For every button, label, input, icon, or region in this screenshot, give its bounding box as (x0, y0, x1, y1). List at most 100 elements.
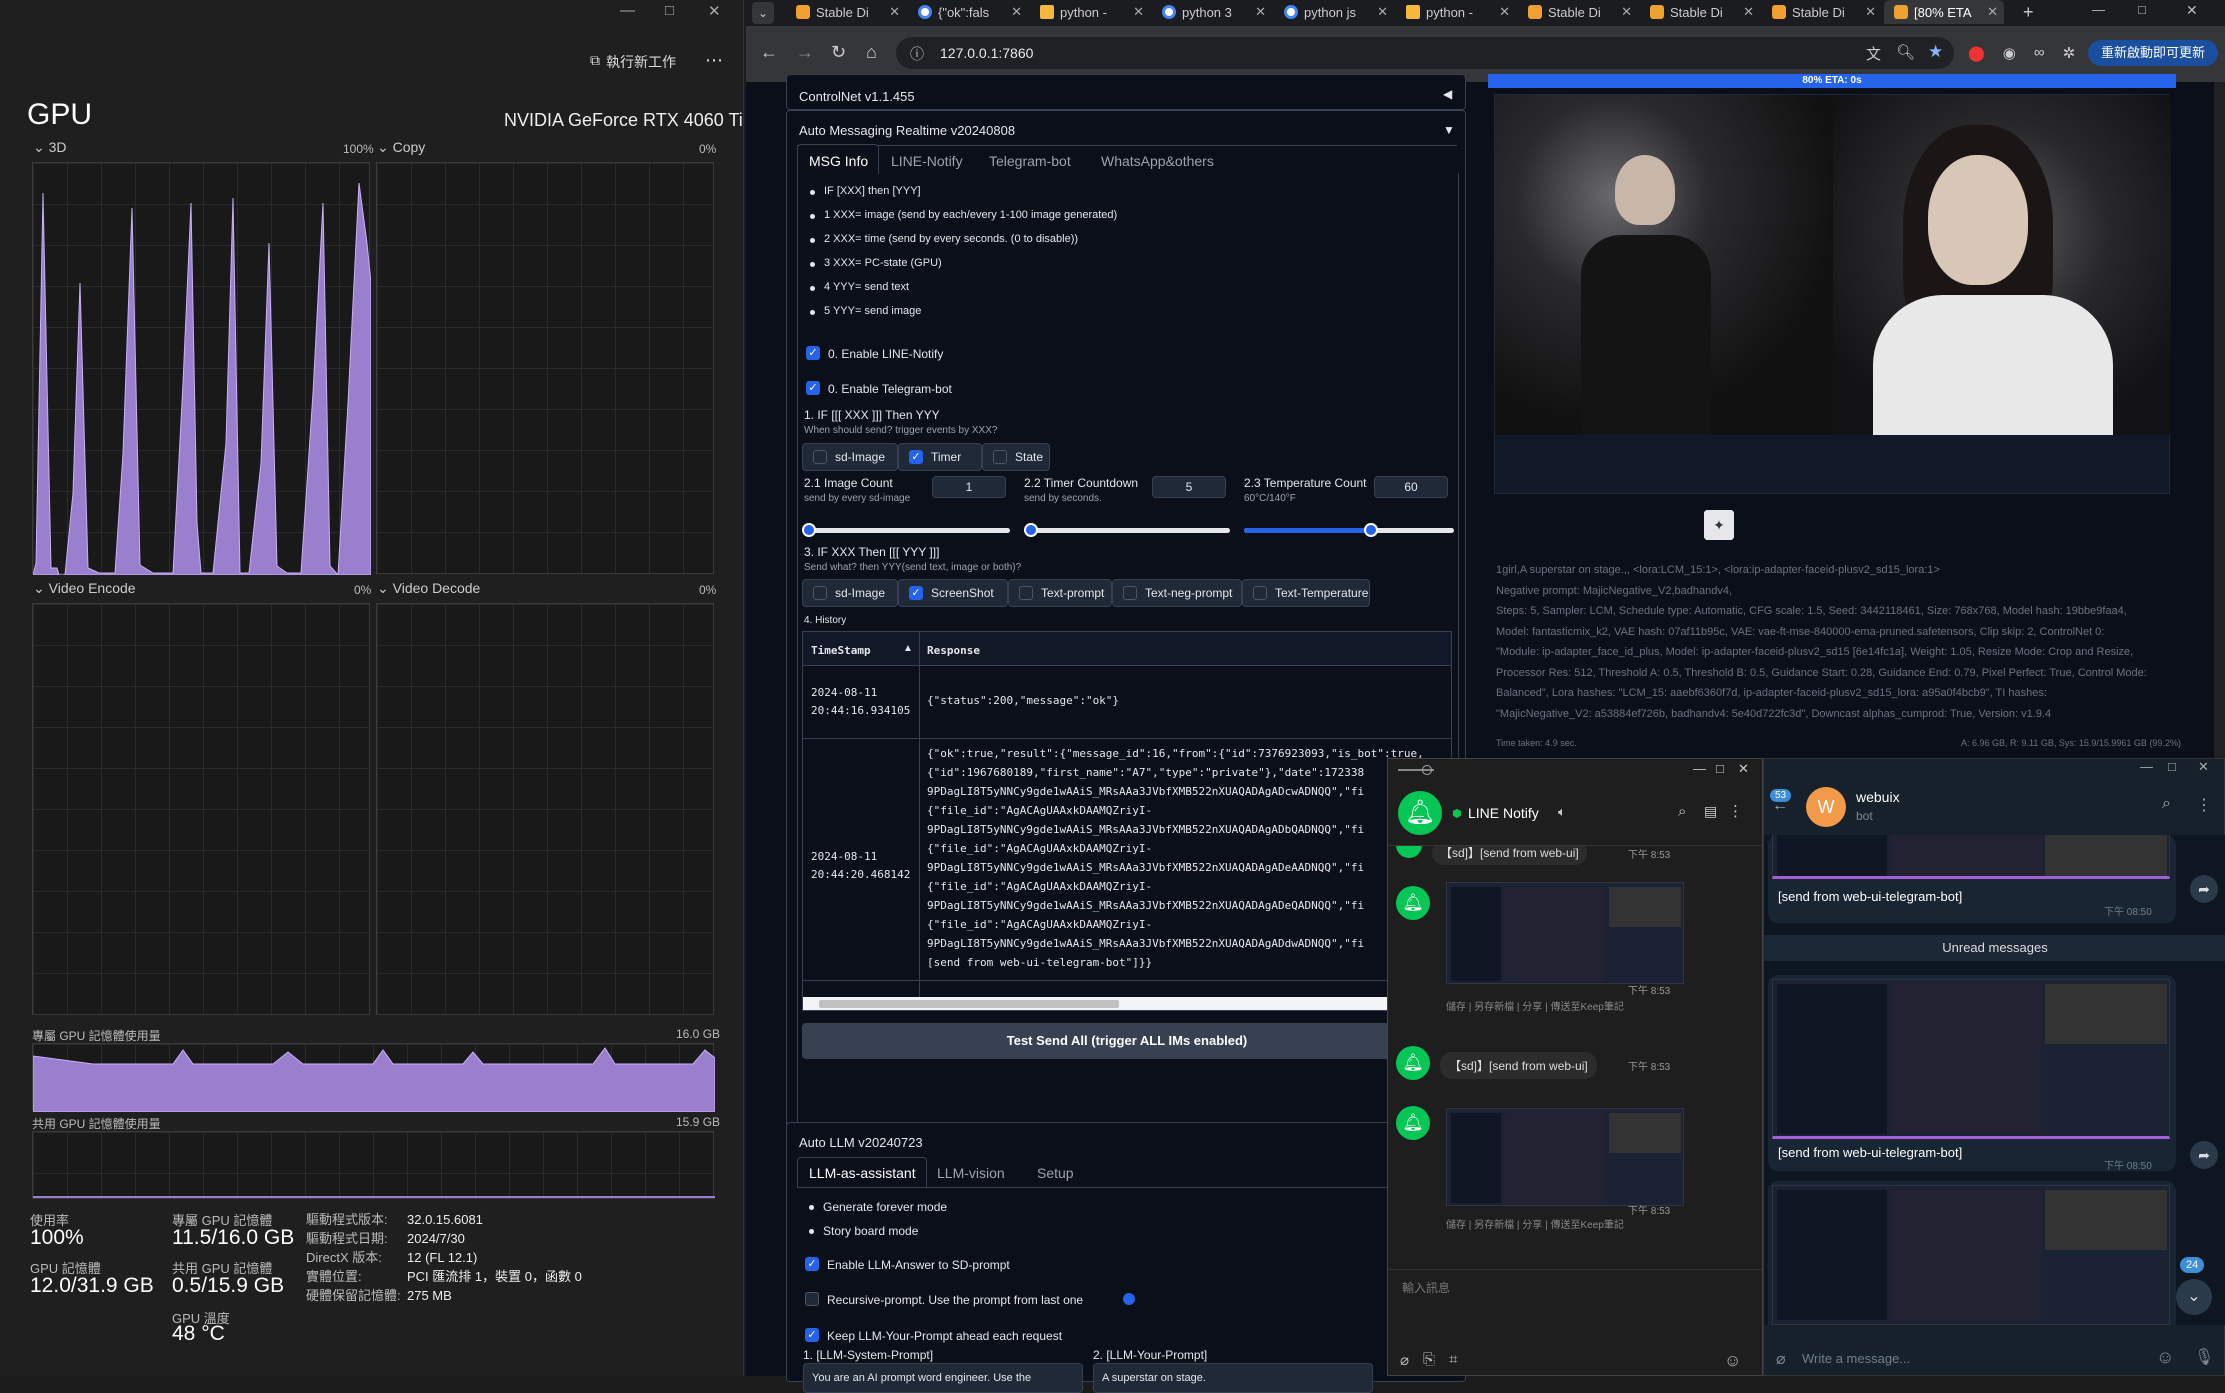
video-encode-label[interactable]: ⌄ Video Encode (33, 580, 136, 597)
emoji-icon[interactable]: ☺ (2156, 1347, 2174, 1368)
more-menu-icon[interactable]: ⋯ (705, 50, 723, 71)
back-icon[interactable]: ← (760, 42, 778, 63)
checkbox[interactable] (1019, 586, 1033, 600)
trigger-sd-image[interactable]: sd-Image (802, 443, 898, 471)
url-text[interactable]: 127.0.0.1:7860 (940, 45, 1033, 61)
browser-tab[interactable]: Stable Di ✕ (1518, 0, 1638, 24)
checkbox[interactable]: ✓ (909, 450, 923, 464)
enable-telegram-checkbox[interactable]: ✓ (806, 381, 820, 395)
col-timestamp[interactable]: TimeStamp (811, 644, 871, 657)
tab-whatsapp[interactable]: WhatsApp&others (1101, 153, 1214, 169)
tab-llm-vision[interactable]: LLM-vision (937, 1165, 1005, 1181)
forward-icon[interactable]: ➦ (2190, 1141, 2218, 1169)
tab-close-icon[interactable]: ✕ (1133, 4, 1144, 20)
avatar[interactable]: W (1806, 787, 1846, 827)
screenshot-thumbnail[interactable] (1772, 835, 2170, 879)
image-count-slider[interactable] (802, 523, 1010, 537)
system-prompt-textarea[interactable]: You are an AI prompt word engineer. Use … (803, 1363, 1083, 1393)
microphone-icon[interactable]: 🎙︎ (2194, 1347, 2214, 1367)
more-icon[interactable]: ⋮ (1728, 802, 1743, 820)
address-bar[interactable]: ⓘ 127.0.0.1:7860 文 🔍︎ ★ (896, 37, 1954, 69)
send-text-neg-prompt[interactable]: Text-neg-prompt (1112, 579, 1242, 607)
ext-red-icon[interactable]: ⬤ (1968, 44, 1985, 62)
home-icon[interactable]: ⌂ (866, 42, 877, 63)
llm-answer-checkbox[interactable]: ✓ (805, 1257, 819, 1271)
timer-input[interactable]: 5 (1152, 476, 1226, 498)
forward-icon[interactable]: → (796, 42, 814, 63)
enable-line-checkbox[interactable]: ✓ (806, 346, 820, 360)
message-bubble[interactable]: 【sd]】[send from web-ui] (1440, 1052, 1597, 1079)
close-icon[interactable]: ✕ (1738, 761, 1749, 777)
message-input[interactable]: 輸入訊息 (1402, 1279, 1450, 1296)
message-input[interactable]: Write a message... (1802, 1351, 1910, 1366)
browser-tab[interactable]: Stable Di ✕ (1762, 0, 1882, 24)
minimize-icon[interactable]: — (2092, 2, 2105, 17)
ext-glasses-icon[interactable]: ∞ (2034, 44, 2045, 62)
attach-icon[interactable]: ⌀ (1400, 1351, 1409, 1369)
zoom-icon[interactable]: 🔍︎ (1896, 43, 1915, 61)
recursive-checkbox[interactable] (805, 1292, 819, 1306)
update-button[interactable]: 重新啟動即可更新 (2088, 40, 2218, 66)
tab-close-icon[interactable]: ✕ (1743, 4, 1754, 20)
minimize-icon[interactable]: — (1693, 761, 1706, 776)
screenshot-thumbnail[interactable] (1446, 882, 1684, 984)
image-count-input[interactable]: 1 (932, 476, 1006, 498)
send-screenshot[interactable]: ✓ ScreenShot (898, 579, 1008, 607)
tab-line-notify[interactable]: LINE-Notify (891, 153, 963, 169)
tab-close-icon[interactable]: ✕ (1377, 4, 1388, 20)
browser-tab[interactable]: {"ok":fals ✕ (908, 0, 1028, 24)
tab-setup[interactable]: Setup (1037, 1165, 1074, 1181)
search-icon[interactable]: ⌕ (2162, 795, 2171, 813)
ext-gear-icon[interactable]: ✲ (2063, 44, 2076, 62)
close-icon[interactable]: ✕ (2186, 2, 2198, 19)
close-icon[interactable]: ✕ (708, 2, 721, 20)
pin-icon[interactable] (1422, 765, 1432, 775)
screenshot-thumbnail[interactable] (1772, 1185, 2170, 1325)
llm-mode-forever[interactable]: Generate forever mode (823, 1200, 947, 1214)
your-prompt-textarea[interactable]: A superstar on stage. (1093, 1363, 1373, 1393)
tab-search-icon[interactable]: ⌄ (752, 2, 774, 24)
collapse-icon[interactable]: ▼ (1443, 123, 1455, 137)
translate-icon[interactable]: 文 (1866, 43, 1881, 64)
ext-circle-icon[interactable]: ◉ (2003, 44, 2016, 62)
tab-llm-assistant[interactable]: LLM-as-assistant (809, 1165, 916, 1181)
forward-icon[interactable]: ➦ (2190, 875, 2218, 903)
controlnet-accordion[interactable]: ControlNet v1.1.455 ◀ (786, 74, 1466, 110)
maximize-icon[interactable]: □ (665, 2, 674, 19)
video-decode-label[interactable]: ⌄ Video Decode (377, 580, 480, 597)
keep-prompt-checkbox[interactable]: ✓ (805, 1328, 819, 1342)
tab-close-icon[interactable]: ✕ (1987, 4, 1998, 20)
temperature-input[interactable]: 60 (1374, 476, 1448, 498)
checkbox[interactable] (813, 450, 827, 464)
run-task-button[interactable]: ⧉ 執行新工作 (590, 52, 676, 72)
send-sd-image[interactable]: sd-Image (802, 579, 898, 607)
site-info-icon[interactable]: ⓘ (910, 44, 924, 64)
generated-image[interactable] (1495, 95, 2171, 435)
tab-close-icon[interactable]: ✕ (1011, 4, 1022, 20)
new-tab-icon[interactable]: + (2023, 2, 2034, 23)
temperature-slider[interactable] (1244, 523, 1454, 537)
crop-icon[interactable]: ⌗ (1449, 1351, 1457, 1369)
mute-icon[interactable]: 🔈︎ (1558, 804, 1566, 820)
engine-copy-label[interactable]: ⌄ Copy (377, 139, 425, 156)
trigger-state[interactable]: State (982, 443, 1050, 471)
browser-tab[interactable]: python js ✕ (1274, 0, 1394, 24)
collapse-icon[interactable]: ◀ (1443, 87, 1452, 101)
col-response[interactable]: Response (927, 644, 980, 657)
llm-mode-storyboard[interactable]: Story board mode (823, 1224, 918, 1238)
slider-knob[interactable] (1364, 523, 1378, 537)
checkbox[interactable] (1253, 586, 1267, 600)
slider-knob[interactable] (802, 523, 816, 537)
close-icon[interactable]: ✕ (2198, 759, 2209, 775)
test-send-all-button[interactable]: Test Send All (trigger ALL IMs enabled) (802, 1023, 1452, 1059)
screenshot-thumbnail[interactable] (1772, 979, 2170, 1139)
gallery-preview[interactable] (1494, 94, 2171, 494)
tab-close-icon[interactable]: ✕ (1255, 4, 1266, 20)
timer-slider[interactable] (1024, 523, 1230, 537)
checkbox[interactable]: ✓ (909, 586, 923, 600)
message-text[interactable]: [send from web-ui-telegram-bot] (1778, 889, 1962, 904)
browser-tab[interactable]: [80% ETA ✕ (1884, 0, 2004, 24)
line-notify-avatar[interactable]: 🔔︎ (1398, 791, 1442, 835)
tab-close-icon[interactable]: ✕ (1865, 4, 1876, 20)
sort-icon[interactable]: ▲ (903, 643, 913, 654)
